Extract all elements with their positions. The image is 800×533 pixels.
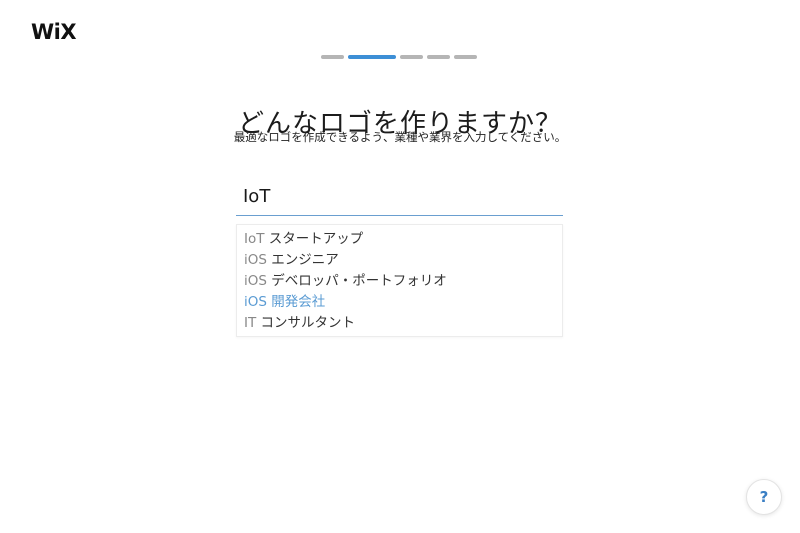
- suggestion-match: iOS: [244, 294, 267, 310]
- suggestion-match: IT: [244, 315, 257, 331]
- suggestion-text: エンジニア: [266, 252, 339, 268]
- suggestion-match: iOS: [244, 273, 267, 289]
- page-subtitle: 最適なロゴを作成できるよう、業種や業界を入力してください。: [233, 130, 567, 144]
- industry-search-input[interactable]: [236, 178, 563, 216]
- progress-step-3: [400, 55, 423, 59]
- suggestion-item[interactable]: iOS エンジニア: [237, 250, 562, 271]
- progress-indicator: [321, 55, 477, 59]
- progress-step-4: [427, 55, 450, 59]
- suggestion-text: コンサルタント: [256, 315, 356, 331]
- question-mark-icon: ?: [759, 488, 769, 506]
- suggestion-match: IoT: [244, 231, 265, 247]
- suggestion-text: スタートアップ: [264, 231, 364, 247]
- suggestion-item[interactable]: IoT スタートアップ: [237, 229, 562, 250]
- suggestion-match: iOS: [244, 252, 267, 268]
- suggestion-list: IoT スタートアップ iOS エンジニア iOS デベロッパ・ポートフォリオ …: [236, 224, 563, 337]
- suggestion-text: デベロッパ・ポートフォリオ: [266, 273, 447, 289]
- industry-search: IoT スタートアップ iOS エンジニア iOS デベロッパ・ポートフォリオ …: [236, 178, 563, 337]
- wix-logo[interactable]: WiX: [31, 20, 77, 44]
- suggestion-item[interactable]: iOS デベロッパ・ポートフォリオ: [237, 271, 562, 292]
- progress-step-2-current: [348, 55, 396, 59]
- page: WiX どんなロゴを作りますか？ 最適なロゴを作成できるよう、業種や業界を入力し…: [0, 0, 800, 533]
- suggestion-item[interactable]: IT コンサルタント: [237, 313, 562, 334]
- progress-step-1: [321, 55, 344, 59]
- suggestion-item-highlighted[interactable]: iOS 開発会社: [237, 292, 562, 313]
- progress-step-5: [454, 55, 477, 59]
- help-button[interactable]: ?: [746, 479, 782, 515]
- suggestion-text: 開発会社: [266, 294, 326, 310]
